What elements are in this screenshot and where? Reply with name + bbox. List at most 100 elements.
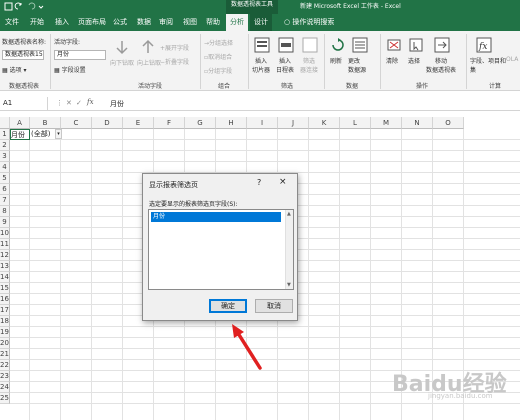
slicer-icon[interactable] — [254, 37, 270, 53]
tab-review[interactable]: 审阅 — [156, 14, 176, 31]
change-source-icon[interactable] — [352, 37, 368, 53]
clear-label: 清除 — [386, 58, 399, 65]
change-source-label: 更改 数据源 — [348, 58, 367, 74]
refresh-label: 刷新 — [330, 58, 343, 65]
cell-b1[interactable]: (全部) ▾ — [31, 129, 62, 140]
move-pivot-icon[interactable] — [434, 37, 450, 53]
pivot-name-field[interactable]: 数据透视表15 — [2, 50, 44, 60]
row-header[interactable]: 4 — [0, 162, 10, 173]
row-header[interactable]: 16 — [0, 294, 10, 305]
expand-field-button[interactable]: +展开字段 — [160, 43, 189, 52]
filter-fields-listbox[interactable]: 月份 ▲ ▼ — [148, 209, 294, 290]
tab-analyze[interactable]: 分析 — [226, 14, 248, 31]
select-icon[interactable] — [408, 37, 424, 53]
column-header[interactable]: B — [30, 117, 61, 129]
column-header[interactable]: D — [92, 117, 123, 129]
baidu-watermark-url: jingyan.baidu.com — [428, 392, 493, 400]
listbox-scrollbar[interactable]: ▲ ▼ — [285, 210, 293, 289]
row-header[interactable]: 14 — [0, 272, 10, 283]
ok-button[interactable]: 确定 — [209, 299, 247, 313]
scroll-up-icon[interactable]: ▲ — [287, 211, 291, 217]
timeline-icon[interactable] — [278, 37, 294, 53]
row-header[interactable]: 24 — [0, 382, 10, 393]
tab-view[interactable]: 视图 — [180, 14, 200, 31]
insert-function-icon[interactable]: fx — [87, 98, 94, 106]
enter-icon[interactable]: ✓ — [76, 99, 82, 107]
column-header[interactable]: J — [278, 117, 309, 129]
save-undo-redo-icons[interactable] — [4, 1, 44, 13]
column-header[interactable]: E — [123, 117, 154, 129]
group-selection-button[interactable]: →分组选择 — [204, 38, 233, 47]
row-header[interactable]: 18 — [0, 316, 10, 327]
row-header[interactable]: 10 — [0, 228, 10, 239]
filter-dropdown-icon[interactable]: ▾ — [55, 129, 62, 139]
drill-down-icon[interactable] — [114, 39, 130, 55]
tab-help[interactable]: 帮助 — [203, 14, 223, 31]
options-button[interactable]: ▦ 选项 ▾ — [2, 65, 27, 74]
tab-home[interactable]: 开始 — [26, 14, 48, 31]
close-icon[interactable]: × — [279, 177, 287, 187]
row-header[interactable]: 1 — [0, 129, 10, 140]
column-header[interactable]: F — [154, 117, 185, 129]
row-header[interactable]: 22 — [0, 360, 10, 371]
column-header[interactable]: L — [340, 117, 371, 129]
column-header[interactable]: G — [185, 117, 216, 129]
cancel-button[interactable]: 取消 — [255, 299, 293, 313]
drill-up-icon[interactable] — [140, 39, 156, 55]
row-header[interactable]: 23 — [0, 371, 10, 382]
fx-icon[interactable]: fx — [476, 37, 492, 53]
column-header[interactable]: N — [402, 117, 433, 129]
tab-file[interactable]: 文件 — [2, 14, 22, 31]
collapse-field-button[interactable]: −折叠字段 — [160, 57, 189, 66]
column-header[interactable]: H — [216, 117, 247, 129]
row-header[interactable]: 15 — [0, 283, 10, 294]
row-header[interactable]: 9 — [0, 217, 10, 228]
column-header[interactable]: A — [10, 117, 30, 129]
column-header[interactable]: M — [371, 117, 402, 129]
row-header[interactable]: 19 — [0, 327, 10, 338]
column-header[interactable]: I — [247, 117, 278, 129]
clear-icon[interactable] — [386, 37, 402, 53]
row-header[interactable]: 25 — [0, 393, 10, 404]
row-header[interactable]: 20 — [0, 338, 10, 349]
ungroup-button[interactable]: ▫取消组合 — [204, 52, 232, 61]
formula-bar-options-icon[interactable]: ⋮ — [56, 99, 63, 107]
group-field-button[interactable]: ▫分组字段 — [204, 66, 232, 75]
field-settings-button[interactable]: ▦ 字段设置 — [54, 65, 86, 74]
column-header[interactable]: C — [61, 117, 92, 129]
row-header[interactable]: 12 — [0, 250, 10, 261]
tab-design[interactable]: 设计 — [250, 14, 272, 31]
column-header[interactable]: K — [309, 117, 340, 129]
row-header[interactable]: 7 — [0, 195, 10, 206]
olap-label: OLA — [506, 56, 519, 63]
select-all-corner[interactable] — [0, 117, 10, 129]
name-box[interactable]: A1 — [0, 97, 48, 110]
scroll-down-icon[interactable]: ▼ — [287, 282, 291, 288]
help-icon[interactable]: ? — [257, 178, 261, 187]
tab-insert[interactable]: 插入 — [52, 14, 72, 31]
field-settings-icon: ▦ — [54, 67, 60, 74]
column-header[interactable]: O — [433, 117, 464, 129]
row-header[interactable]: 21 — [0, 349, 10, 360]
filter-connections-icon[interactable] — [302, 37, 318, 53]
cell-a1[interactable]: 月份 — [10, 129, 30, 140]
tell-me-label: 操作说明搜索 — [292, 18, 335, 26]
list-item[interactable]: 月份 — [151, 212, 281, 222]
refresh-icon[interactable] — [330, 37, 346, 53]
row-header[interactable]: 17 — [0, 305, 10, 316]
tell-me-search[interactable]: ○ 操作说明搜索 — [284, 14, 360, 31]
tab-data[interactable]: 数据 — [134, 14, 154, 31]
row-header[interactable]: 3 — [0, 151, 10, 162]
svg-text:fx: fx — [478, 42, 487, 52]
active-field-input[interactable]: 月份 — [54, 50, 106, 60]
formula-input[interactable]: 月份 — [110, 99, 124, 109]
row-header[interactable]: 13 — [0, 261, 10, 272]
tab-formulas[interactable]: 公式 — [110, 14, 130, 31]
cancel-icon[interactable]: ✕ — [66, 99, 72, 107]
row-header[interactable]: 11 — [0, 239, 10, 250]
tab-page-layout[interactable]: 页面布局 — [76, 14, 108, 31]
row-header[interactable]: 8 — [0, 206, 10, 217]
row-header[interactable]: 2 — [0, 140, 10, 151]
row-header[interactable]: 5 — [0, 173, 10, 184]
row-header[interactable]: 6 — [0, 184, 10, 195]
